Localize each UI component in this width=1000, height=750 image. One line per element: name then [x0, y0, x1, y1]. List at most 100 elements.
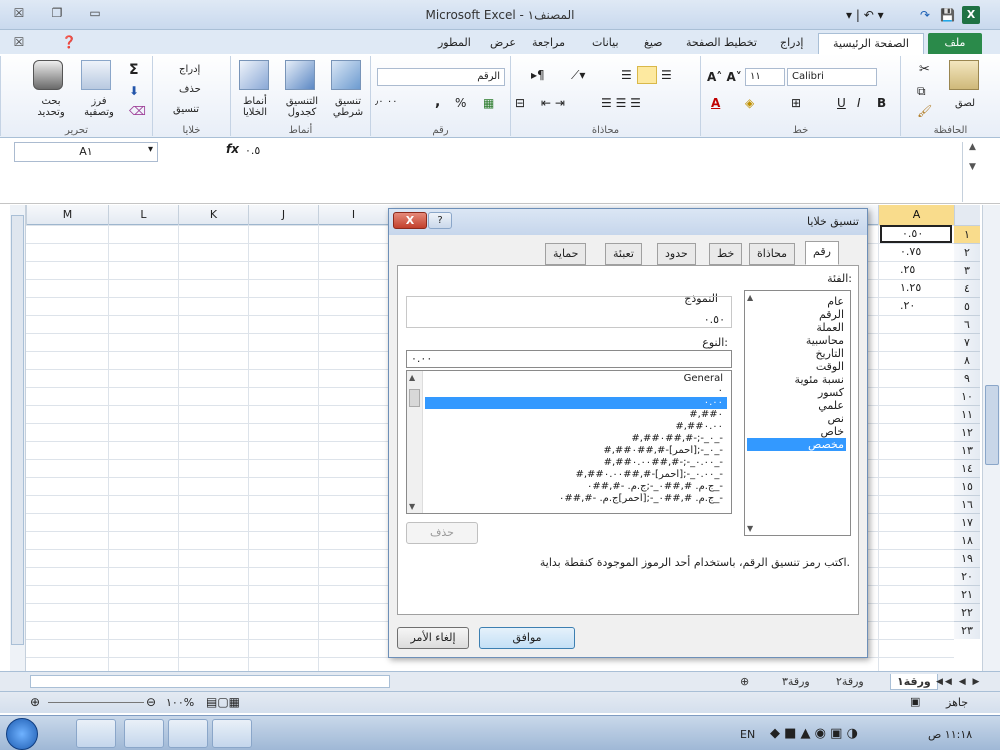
- tab-font[interactable]: خط: [709, 243, 743, 265]
- type-list-scrollbar[interactable]: ▲ ▼: [407, 371, 423, 513]
- category-item[interactable]: التاريخ: [747, 347, 846, 360]
- category-item[interactable]: الوقت: [747, 360, 846, 373]
- row-header[interactable]: ٥: [954, 297, 980, 315]
- taskbar-ie-icon[interactable]: [124, 719, 164, 748]
- type-item[interactable]: ٠: [425, 385, 727, 397]
- taskbar-firefox-icon[interactable]: [168, 719, 208, 748]
- tray-icons[interactable]: ◆ ■ ▲ ◉ ▣ ◑: [770, 726, 858, 741]
- copy-icon[interactable]: ⧉: [917, 84, 926, 99]
- italic-button[interactable]: I: [857, 96, 861, 110]
- comma-button[interactable]: ,: [435, 94, 440, 110]
- align-bottom-icon[interactable]: ☰: [661, 68, 672, 82]
- borders-icon[interactable]: ⊞: [791, 96, 801, 110]
- minimize-icon[interactable]: ▭: [84, 4, 106, 22]
- font-color-icon[interactable]: A: [711, 96, 720, 110]
- tab-page-layout[interactable]: تخطيط الصفحة: [680, 33, 763, 54]
- column-header-I[interactable]: I: [318, 205, 388, 225]
- category-scroll-down-icon[interactable]: ▼: [747, 524, 753, 533]
- dialog-close-button[interactable]: X: [393, 212, 427, 229]
- column-header-A[interactable]: A: [878, 205, 954, 225]
- category-item[interactable]: كسور: [747, 386, 846, 399]
- tab-home[interactable]: الصفحة الرئيسية: [818, 33, 924, 54]
- category-item-selected[interactable]: مخصص: [747, 438, 846, 451]
- tab-number[interactable]: رقم: [805, 241, 839, 265]
- close-icon[interactable]: ☒: [8, 4, 30, 22]
- type-item[interactable]: #,##٠.٠٠: [425, 421, 727, 433]
- font-size-box[interactable]: ١١: [745, 68, 785, 86]
- vertical-scrollbar[interactable]: [982, 205, 1000, 671]
- tab-insert[interactable]: إدراج: [774, 33, 809, 54]
- tab-fill[interactable]: تعبئة: [605, 243, 642, 265]
- type-item[interactable]: ج.م.‏ #,##٠_-;ج.م.‏ -#,##٠_-: [425, 481, 727, 493]
- tab-data[interactable]: بيانات: [586, 33, 625, 54]
- vertical-scroll-thumb[interactable]: [985, 385, 999, 465]
- formula-expand-icon[interactable]: ▲ ▼: [962, 142, 982, 202]
- type-item-selected[interactable]: ٠.٠٠: [425, 397, 727, 409]
- category-item[interactable]: العملة: [747, 321, 846, 334]
- find-select-icon[interactable]: [33, 60, 63, 90]
- window-close-small-icon[interactable]: ☒: [8, 33, 30, 51]
- category-item[interactable]: محاسبية: [747, 334, 846, 347]
- view-buttons-icon[interactable]: ▤▢▦: [206, 695, 240, 709]
- autosum-button[interactable]: Σ: [129, 62, 139, 78]
- delete-format-button[interactable]: حذف: [406, 522, 478, 544]
- indent-icons[interactable]: ⇤ ⇥: [541, 96, 565, 110]
- type-scroll-up-icon[interactable]: ▲: [409, 373, 415, 382]
- cut-icon[interactable]: ✂: [919, 62, 930, 77]
- name-box[interactable]: A١: [14, 142, 158, 162]
- row-header[interactable]: ١: [954, 225, 980, 243]
- column-header-M[interactable]: M: [26, 205, 108, 225]
- type-item[interactable]: #,##٠.٠٠_-;-#,##٠.٠٠_-: [425, 457, 727, 469]
- wrap-text-icon[interactable]: ▸¶: [531, 68, 545, 82]
- cell-styles-button[interactable]: أنماط الخلايا: [233, 96, 277, 118]
- row-header[interactable]: ١٩: [954, 549, 980, 567]
- format-as-table-button[interactable]: التنسيق كجدول: [277, 96, 327, 118]
- redo-icon[interactable]: ↷: [920, 6, 930, 24]
- fill-color-icon[interactable]: ◈: [745, 96, 754, 110]
- accounting-icon[interactable]: ▦: [483, 96, 494, 110]
- tab-formulas[interactable]: صيغ: [638, 33, 669, 54]
- underline-button[interactable]: U: [837, 96, 846, 110]
- tab-alignment[interactable]: محاذاة: [749, 243, 796, 265]
- format-painter-icon[interactable]: 🖌: [917, 104, 932, 118]
- horizontal-scrollbar[interactable]: [30, 675, 390, 688]
- insert-cells-button[interactable]: إدراج: [179, 64, 200, 75]
- type-item[interactable]: ج.م.‏ #,##٠_-;[أحمر]ج.م.‏ -#,##٠_-: [425, 493, 727, 505]
- cell-A4[interactable]: ١.٢٥: [880, 279, 952, 297]
- left-scroll-thumb[interactable]: [11, 215, 24, 645]
- cond-format-button[interactable]: تنسيق شرطي: [325, 96, 371, 118]
- save-icon[interactable]: 💾: [940, 6, 955, 24]
- row-header[interactable]: ١٦: [954, 495, 980, 513]
- taskbar-excel-icon[interactable]: [212, 719, 252, 748]
- cell-styles-icon[interactable]: [239, 60, 269, 90]
- column-header-K[interactable]: K: [178, 205, 248, 225]
- tab-view[interactable]: عرض: [484, 33, 522, 54]
- zoom-in-icon[interactable]: ⊕: [30, 695, 40, 709]
- align-top-icon[interactable]: ☰: [621, 68, 632, 82]
- paste-icon[interactable]: [949, 60, 979, 90]
- tab-border[interactable]: حدود: [657, 243, 696, 265]
- font-name-box[interactable]: Calibri: [787, 68, 877, 86]
- formula-input[interactable]: ٠.٥: [245, 144, 260, 157]
- row-header[interactable]: ٩: [954, 369, 980, 387]
- fill-icon[interactable]: ⬇: [129, 84, 139, 98]
- type-item[interactable]: #,##٠_-;[أحمر]-#,##٠_-: [425, 445, 727, 457]
- row-header[interactable]: ١٠: [954, 387, 980, 405]
- row-header[interactable]: ٢١: [954, 585, 980, 603]
- cell-A2[interactable]: ٠.٧٥: [880, 243, 952, 261]
- language-indicator[interactable]: EN: [740, 728, 755, 741]
- sort-filter-button[interactable]: فرز وتصفية: [77, 96, 121, 118]
- clear-icon[interactable]: ⌫: [129, 104, 146, 118]
- select-all-corner[interactable]: [954, 205, 980, 225]
- start-button[interactable]: [6, 718, 38, 750]
- tab-developer[interactable]: المطور: [432, 33, 477, 54]
- row-header[interactable]: ١١: [954, 405, 980, 423]
- excel-app-icon[interactable]: X: [962, 6, 980, 24]
- row-header[interactable]: ١٨: [954, 531, 980, 549]
- row-header[interactable]: ٣: [954, 261, 980, 279]
- cell-A5[interactable]: .٢٠: [880, 297, 952, 315]
- category-item[interactable]: الرقم: [747, 308, 846, 321]
- column-header-L[interactable]: L: [108, 205, 178, 225]
- type-item[interactable]: #,##٠: [425, 409, 727, 421]
- dialog-help-button[interactable]: ?: [428, 212, 452, 229]
